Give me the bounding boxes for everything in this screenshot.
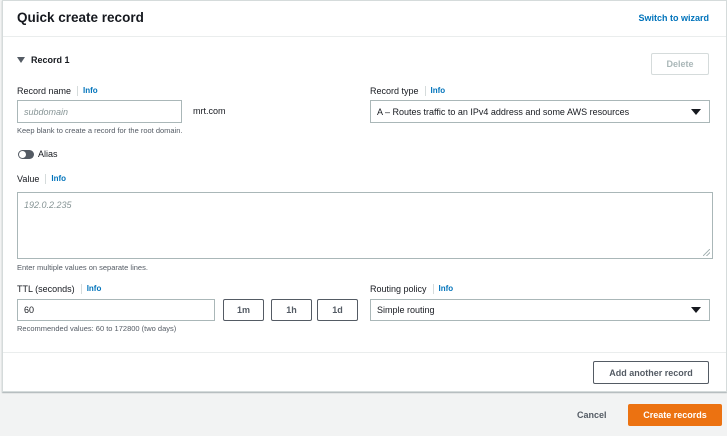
- resize-handle-icon[interactable]: [703, 249, 710, 256]
- value-hint: Enter multiple values on separate lines.: [17, 263, 148, 272]
- section-divider: [3, 352, 726, 353]
- caret-down-icon: [17, 57, 25, 63]
- dropdown-arrow-icon: [691, 307, 701, 313]
- ttl-label: TTL (seconds): [17, 284, 75, 294]
- create-records-button[interactable]: Create records: [628, 404, 722, 426]
- ttl-1m-button[interactable]: 1m: [223, 299, 264, 321]
- routing-info-link[interactable]: Info: [432, 284, 453, 294]
- ttl-label-row: TTL (seconds) Info: [17, 284, 101, 294]
- ttl-hint: Recommended values: 60 to 172800 (two da…: [17, 324, 177, 333]
- value-placeholder: 192.0.2.235: [24, 200, 72, 210]
- routing-policy-select[interactable]: Simple routing: [370, 299, 710, 321]
- cancel-button[interactable]: Cancel: [577, 410, 607, 420]
- value-info-link[interactable]: Info: [45, 174, 66, 184]
- record-type-select[interactable]: A – Routes traffic to an IPv4 address an…: [370, 100, 710, 123]
- ttl-info-link[interactable]: Info: [80, 284, 101, 294]
- record-section-title: Record 1: [31, 55, 70, 65]
- ttl-1d-button[interactable]: 1d: [317, 299, 358, 321]
- routing-label-row: Routing policy Info: [370, 284, 453, 294]
- value-textarea[interactable]: 192.0.2.235: [17, 192, 713, 259]
- record-section-toggle[interactable]: Record 1: [17, 55, 70, 65]
- record-type-info-link[interactable]: Info: [424, 86, 445, 96]
- value-label: Value: [17, 174, 40, 184]
- record-name-placeholder: subdomain: [24, 106, 69, 117]
- record-name-info-link[interactable]: Info: [77, 86, 98, 96]
- alias-label: Alias: [38, 149, 58, 159]
- record-name-hint: Keep blank to create a record for the ro…: [17, 126, 183, 135]
- ttl-1h-button[interactable]: 1h: [271, 299, 312, 321]
- delete-button[interactable]: Delete: [651, 53, 709, 75]
- routing-policy-value: Simple routing: [377, 305, 435, 315]
- alias-toggle[interactable]: [18, 150, 34, 159]
- record-name-label-row: Record name Info: [17, 86, 98, 96]
- domain-suffix: mrt.com: [193, 106, 226, 116]
- panel-header: Quick create record Switch to wizard: [3, 1, 726, 37]
- switch-to-wizard-link[interactable]: Switch to wizard: [638, 13, 709, 23]
- routing-label: Routing policy: [370, 284, 427, 294]
- value-label-row: Value Info: [17, 174, 66, 184]
- page-title: Quick create record: [17, 10, 144, 25]
- record-type-label-row: Record type Info: [370, 86, 445, 96]
- record-type-value: A – Routes traffic to an IPv4 address an…: [377, 106, 630, 117]
- dropdown-arrow-icon: [691, 108, 701, 115]
- ttl-value: 60: [24, 305, 35, 315]
- record-name-label: Record name: [17, 86, 72, 96]
- add-another-record-button[interactable]: Add another record: [593, 361, 709, 384]
- quick-create-panel: Quick create record Switch to wizard Rec…: [2, 0, 727, 392]
- record-name-input[interactable]: subdomain: [17, 100, 182, 123]
- ttl-input[interactable]: 60: [17, 299, 215, 321]
- record-type-label: Record type: [370, 86, 419, 96]
